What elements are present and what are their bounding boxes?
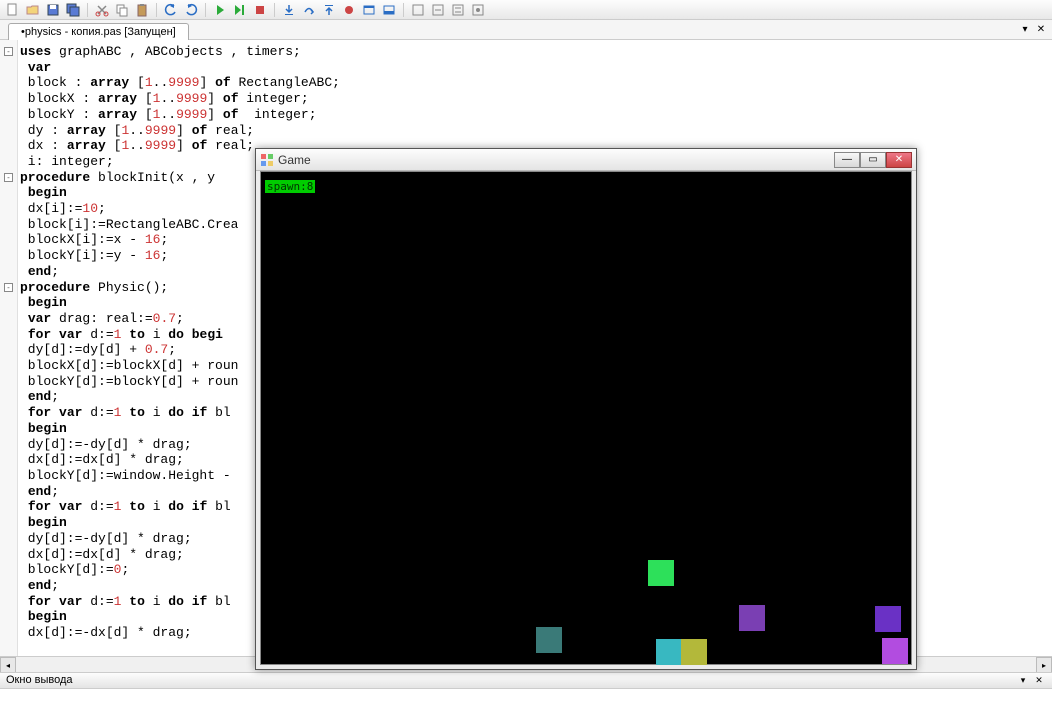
game-window-title: Game xyxy=(278,153,834,167)
paste-button[interactable] xyxy=(133,2,151,18)
cut-button[interactable] xyxy=(93,2,111,18)
close-button[interactable]: ✕ xyxy=(886,152,912,168)
toggle-breakpoint-button[interactable] xyxy=(340,2,358,18)
fold-toggle[interactable]: - xyxy=(4,283,13,292)
game-block xyxy=(648,560,674,586)
fold-toggle[interactable]: - xyxy=(4,173,13,182)
step-out-button[interactable] xyxy=(320,2,338,18)
game-block xyxy=(656,639,682,665)
toolbar-separator xyxy=(205,3,206,17)
output-panel: Окно вывода ▾ ✕ xyxy=(0,672,1052,720)
scroll-left-button[interactable]: ◂ xyxy=(0,657,16,673)
output-panel-header: Окно вывода ▾ ✕ xyxy=(0,673,1052,689)
run-alt-button[interactable] xyxy=(231,2,249,18)
game-block xyxy=(536,627,562,653)
editor-tab-physics[interactable]: •physics - копия.pas [Запущен] xyxy=(8,23,189,40)
game-block xyxy=(875,606,901,632)
output-pin-button[interactable]: ▾ xyxy=(1016,674,1030,686)
step-into-button[interactable] xyxy=(280,2,298,18)
editor-gutter: - - - xyxy=(0,40,18,656)
fold-toggle[interactable]: - xyxy=(4,47,13,56)
run-button[interactable] xyxy=(211,2,229,18)
open-file-button[interactable] xyxy=(24,2,42,18)
output-panel-title: Окно вывода xyxy=(6,674,73,687)
toolbar-separator xyxy=(403,3,404,17)
editor-tabbar: •physics - копия.pas [Запущен] ▾ ✕ xyxy=(0,20,1052,40)
new-file-button[interactable] xyxy=(4,2,22,18)
stop-button[interactable] xyxy=(251,2,269,18)
redo-button[interactable] xyxy=(182,2,200,18)
panel-alt-button[interactable] xyxy=(380,2,398,18)
game-titlebar[interactable]: Game — ▭ ✕ xyxy=(256,149,916,171)
app-icon xyxy=(260,153,274,167)
step-over-button[interactable] xyxy=(300,2,318,18)
save-button[interactable] xyxy=(44,2,62,18)
tool-d-button[interactable] xyxy=(469,2,487,18)
tab-dropdown-button[interactable]: ▾ xyxy=(1018,22,1032,36)
copy-button[interactable] xyxy=(113,2,131,18)
minimize-button[interactable]: — xyxy=(834,152,860,168)
tool-a-button[interactable] xyxy=(409,2,427,18)
game-block xyxy=(739,605,765,631)
scroll-right-button[interactable]: ▸ xyxy=(1036,657,1052,673)
game-block xyxy=(882,638,908,664)
toolbar-separator xyxy=(87,3,88,17)
maximize-button[interactable]: ▭ xyxy=(860,152,886,168)
toolbar-separator xyxy=(156,3,157,17)
undo-button[interactable] xyxy=(162,2,180,18)
save-all-button[interactable] xyxy=(64,2,82,18)
main-toolbar xyxy=(0,0,1052,20)
spawn-counter-label: spawn:8 xyxy=(265,180,315,193)
game-block xyxy=(681,639,707,665)
tab-close-button[interactable]: ✕ xyxy=(1034,22,1048,36)
tool-b-button[interactable] xyxy=(429,2,447,18)
output-close-button[interactable]: ✕ xyxy=(1032,674,1046,686)
tool-c-button[interactable] xyxy=(449,2,467,18)
toolbar-separator xyxy=(274,3,275,17)
panel-button[interactable] xyxy=(360,2,378,18)
game-window: Game — ▭ ✕ spawn:8 xyxy=(255,148,917,670)
game-canvas[interactable]: spawn:8 xyxy=(260,171,912,665)
